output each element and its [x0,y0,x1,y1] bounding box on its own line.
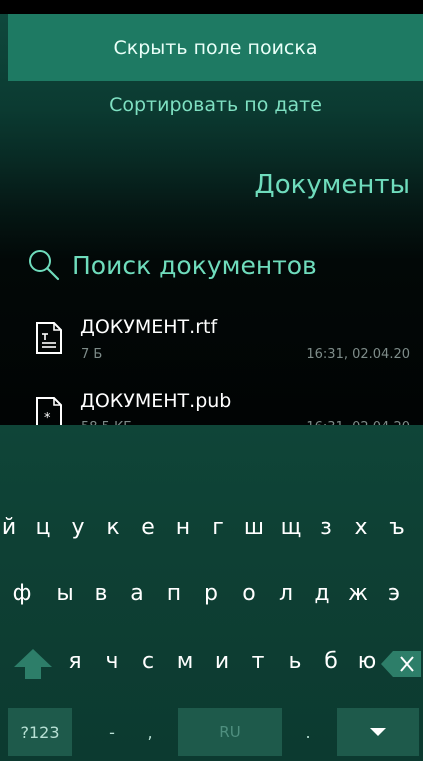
keyboard-row-2: ф ы в а п р о л д ж э [0,571,423,631]
symbols-key-label: ?123 [20,722,60,742]
key[interactable]: ф [5,581,39,606]
backspace-icon [381,651,421,683]
dash-key[interactable]: - [100,708,124,756]
status-strip [0,0,423,14]
key[interactable]: ы [48,581,82,606]
search-input[interactable]: Поиск документов [72,251,317,280]
key[interactable]: б [314,649,348,674]
shift-key[interactable] [12,647,54,685]
key[interactable]: п [157,581,191,606]
key[interactable]: и [205,649,239,674]
page-title: Документы [254,170,410,200]
rtf-document-icon [35,321,63,355]
search-field[interactable]: Поиск документов [26,245,317,285]
key[interactable]: я [58,649,92,674]
key[interactable]: ж [341,581,375,606]
comma-key[interactable]: , [138,708,162,756]
file-size: 7 Б [81,347,103,362]
backspace-key[interactable] [381,649,421,683]
pulley-menu-sort-by-date-label: Сортировать по дате [109,94,322,116]
pulley-menu-hide-search-label: Скрыть поле поиска [113,36,318,59]
key[interactable]: о [232,581,266,606]
key[interactable]: ц [26,515,60,540]
svg-text:*: * [44,411,51,426]
key[interactable]: х [344,515,378,540]
key[interactable]: к [96,515,130,540]
key[interactable]: л [269,581,303,606]
key[interactable]: т [241,649,275,674]
key[interactable]: г [201,515,235,540]
keyboard-row-1: й ц у к е н г ш щ з х ъ [0,495,423,555]
virtual-keyboard: й ц у к е н г ш щ з х ъ ф ы в а п р о л … [0,425,423,761]
symbols-key[interactable]: ?123 [8,708,72,756]
file-list-item[interactable]: ДОКУМЕНТ.rtf 7 Б 16:31, 02.04.20 [0,310,423,380]
screen: Скрыть поле поиска Сортировать по дате Д… [0,0,423,761]
key[interactable]: р [194,581,228,606]
key[interactable]: с [131,649,165,674]
key[interactable]: ю [350,649,384,674]
key[interactable]: щ [274,515,308,540]
period-key-label: . [305,722,311,742]
key[interactable]: э [377,581,411,606]
dash-key-label: - [109,722,115,742]
comma-key-label: , [147,722,153,742]
file-name: ДОКУМЕНТ.pub [80,390,232,412]
search-icon [26,247,62,283]
hide-keyboard-key[interactable] [337,708,419,756]
key[interactable]: ч [95,649,129,674]
file-name: ДОКУМЕНТ.rtf [80,316,218,338]
key[interactable]: ь [278,649,312,674]
keyboard-row-3: я ч с м и т ь б ю [0,637,423,697]
key[interactable]: а [120,581,154,606]
key[interactable]: д [305,581,339,606]
pulley-menu-sort-by-date[interactable]: Сортировать по дате [8,81,423,129]
key[interactable]: н [166,515,200,540]
space-key[interactable]: RU [178,708,282,756]
key[interactable]: ш [237,515,271,540]
key[interactable]: е [131,515,165,540]
key[interactable]: у [61,515,95,540]
key[interactable]: ъ [380,515,414,540]
pulley-menu-hide-search[interactable]: Скрыть поле поиска [8,14,423,81]
shift-arrow-icon [12,649,54,685]
file-date: 16:31, 02.04.20 [306,347,410,362]
period-key[interactable]: . [296,708,320,756]
key[interactable]: м [168,649,202,674]
key[interactable]: з [309,515,343,540]
space-key-label: RU [219,723,241,741]
key[interactable]: й [0,515,26,540]
key[interactable]: в [84,581,118,606]
hide-keyboard-icon [369,723,387,742]
